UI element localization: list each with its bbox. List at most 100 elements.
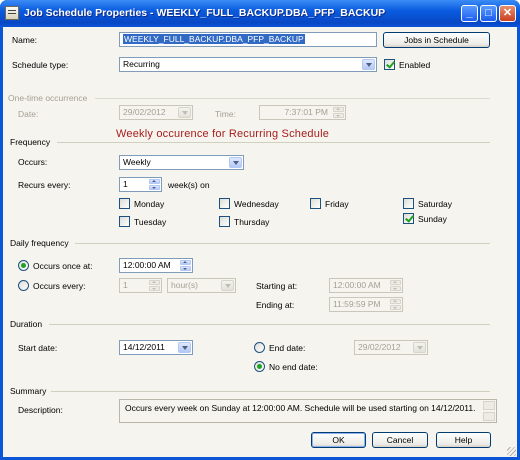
one-time-time-value: 7:37:01 PM	[284, 107, 328, 117]
recurs-spinner-icon[interactable]	[149, 179, 160, 190]
chevron-down-icon[interactable]	[221, 280, 234, 291]
friday-label: Friday	[325, 199, 349, 209]
saturday-checkbox[interactable]	[403, 198, 414, 209]
thursday-checkbox[interactable]	[219, 216, 230, 227]
end-date-radio[interactable]	[254, 342, 265, 353]
monday-checkbox[interactable]	[119, 198, 130, 209]
saturday-label: Saturday	[418, 199, 453, 209]
dialog-body: Name: WEEKLY_FULL_BACKUP.DBA_PFP_BACKUP …	[3, 27, 517, 457]
every-spinner-icon[interactable]	[149, 280, 160, 291]
occurs-once-label: Occurs once at:	[33, 261, 93, 271]
title-bar[interactable]: Job Schedule Properties - WEEKLY_FULL_BA…	[0, 0, 520, 27]
calendar-dropdown-icon[interactable]	[413, 342, 426, 353]
recurs-every-input[interactable]: 1	[119, 177, 162, 192]
tuesday-checkbox[interactable]	[119, 216, 130, 227]
occurs-value: Weekly	[123, 157, 151, 167]
occurs-once-time-value: 12:00:00 AM	[123, 260, 171, 270]
recurs-unit-label: week(s) on	[168, 180, 210, 190]
monday-label: Monday	[134, 199, 165, 209]
schedule-type-select[interactable]: Recurring	[119, 57, 377, 72]
tuesday-label: Tuesday	[134, 217, 167, 227]
occurs-every-input[interactable]: 1	[119, 278, 162, 293]
end-date-label: End date:	[269, 343, 306, 353]
ending-spinner-icon[interactable]	[390, 299, 401, 310]
starting-at-value: 12:00:00 AM	[333, 280, 381, 290]
summary-divider	[51, 391, 490, 392]
one-time-header: One-time occurrence	[8, 93, 88, 103]
one-time-time-label: Time:	[215, 109, 236, 119]
summary-header: Summary	[10, 386, 47, 396]
frequency-divider	[57, 142, 490, 143]
scroll-down-icon[interactable]	[483, 412, 495, 421]
name-label: Name:	[12, 35, 38, 45]
thursday-label: Thursday	[234, 217, 270, 227]
description-scrollbar[interactable]	[483, 401, 495, 421]
dialog-window: Job Schedule Properties - WEEKLY_FULL_BA…	[0, 0, 520, 460]
description-box[interactable]: Occurs every week on Sunday at 12:00:00 …	[119, 399, 497, 423]
description-label: Description:	[18, 405, 63, 415]
one-time-divider	[95, 98, 490, 99]
schedule-type-value: Recurring	[123, 59, 160, 69]
resize-grip-icon[interactable]	[507, 447, 516, 456]
close-button[interactable]: ✕	[499, 5, 516, 22]
calendar-dropdown-icon[interactable]	[178, 107, 191, 118]
no-end-date-radio[interactable]	[254, 361, 265, 372]
ending-at-value: 11:59:59 PM	[333, 299, 381, 309]
calendar-dropdown-icon[interactable]	[178, 342, 191, 353]
daily-frequency-divider	[75, 243, 490, 244]
occurs-every-unit-select[interactable]: hour(s)	[167, 278, 236, 293]
sunday-label: Sunday	[418, 214, 447, 224]
minimize-button[interactable]: _	[461, 5, 478, 22]
occurs-every-unit-value: hour(s)	[171, 280, 198, 290]
daily-frequency-header: Daily frequency	[10, 238, 69, 248]
once-time-spinner-icon[interactable]	[180, 260, 191, 271]
one-time-date-picker[interactable]: 29/02/2012	[119, 105, 193, 120]
duration-divider	[49, 324, 490, 325]
name-value: WEEKLY_FULL_BACKUP.DBA_PFP_BACKUP	[123, 34, 305, 44]
end-date-picker[interactable]: 29/02/2012	[354, 340, 428, 355]
wednesday-label: Wednesday	[234, 199, 279, 209]
start-date-picker[interactable]: 14/12/2011	[119, 340, 193, 355]
chevron-down-icon[interactable]	[362, 59, 375, 70]
scroll-up-icon[interactable]	[483, 401, 495, 410]
help-button[interactable]: Help	[436, 432, 491, 448]
occurs-every-label: Occurs every:	[33, 281, 86, 291]
enabled-checkbox[interactable]	[384, 59, 395, 70]
one-time-date-label: Date:	[18, 109, 39, 119]
ending-at-label: Ending at:	[256, 300, 295, 310]
chevron-down-icon[interactable]	[229, 157, 242, 168]
wednesday-checkbox[interactable]	[219, 198, 230, 209]
recurs-every-label: Recurs every:	[18, 180, 71, 190]
ok-button[interactable]: OK	[311, 432, 366, 448]
ending-at-input[interactable]: 11:59:59 PM	[329, 297, 403, 312]
one-time-date-value: 29/02/2012	[123, 107, 166, 117]
occurs-label: Occurs:	[18, 157, 48, 167]
maximize-button[interactable]: □	[480, 5, 497, 22]
friday-checkbox[interactable]	[310, 198, 321, 209]
end-date-value: 29/02/2012	[358, 342, 401, 352]
description-value: Occurs every week on Sunday at 12:00:00 …	[125, 403, 476, 413]
starting-at-label: Starting at:	[256, 281, 298, 291]
occurs-once-time-input[interactable]: 12:00:00 AM	[119, 258, 193, 273]
cancel-button[interactable]: Cancel	[372, 432, 428, 448]
window-title: Job Schedule Properties - WEEKLY_FULL_BA…	[24, 7, 386, 19]
occurs-every-radio[interactable]	[18, 280, 29, 291]
occurs-select[interactable]: Weekly	[119, 155, 244, 170]
occurs-once-radio[interactable]	[18, 260, 29, 271]
one-time-time-input[interactable]: 7:37:01 PM	[259, 105, 346, 120]
frequency-header: Frequency	[10, 137, 51, 147]
time-spinner-icon[interactable]	[333, 107, 344, 118]
schedule-type-label: Schedule type:	[12, 60, 69, 70]
no-end-date-label: No end date:	[269, 362, 318, 372]
sunday-checkbox[interactable]	[403, 213, 414, 224]
starting-spinner-icon[interactable]	[390, 280, 401, 291]
recurs-every-value: 1	[123, 179, 128, 189]
jobs-in-schedule-button[interactable]: Jobs in Schedule	[383, 32, 490, 48]
start-date-label: Start date:	[18, 343, 58, 353]
name-input[interactable]: WEEKLY_FULL_BACKUP.DBA_PFP_BACKUP	[119, 32, 377, 47]
starting-at-input[interactable]: 12:00:00 AM	[329, 278, 403, 293]
enabled-label: Enabled	[399, 60, 431, 70]
annotation-text: Weekly occurence for Recurring Schedule	[116, 128, 330, 140]
start-date-value: 14/12/2011	[123, 342, 165, 352]
schedule-app-icon	[5, 6, 19, 20]
